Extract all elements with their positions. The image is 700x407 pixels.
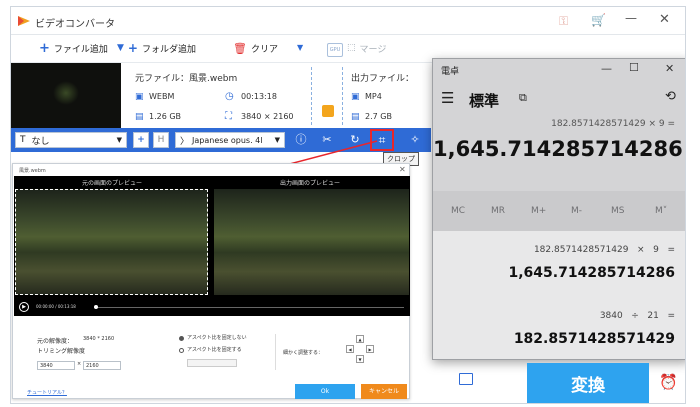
nudge-up-button[interactable]: ▲ — [356, 335, 364, 343]
original-resolution-value: 3840 * 2160 — [83, 336, 115, 342]
output-video-preview — [214, 189, 409, 295]
app-window: ビデオコンバータ ⚿ 🛒 — ✕ + ファイル追加 ▼ + フォルダ追加 🗑 ク… — [10, 6, 686, 404]
aspect-fixed-radio[interactable] — [179, 348, 184, 353]
original-resolution-label: 元の解像度： — [37, 338, 74, 345]
memory-add-button[interactable]: M+ — [531, 206, 546, 216]
seek-handle[interactable] — [94, 305, 98, 309]
aspect-ratio-select[interactable] — [187, 359, 237, 367]
history-icon[interactable]: ⟲ — [665, 89, 676, 104]
calc-maximize-button[interactable]: ☐ — [629, 61, 639, 74]
memory-clear-button[interactable]: MC — [451, 206, 465, 216]
alarm-clock-icon[interactable]: ⏰ — [659, 373, 678, 391]
memory-row: MC MR M+ M- MS M˅ — [433, 191, 685, 231]
nudge-down-button[interactable]: ▼ — [356, 355, 364, 363]
height-input[interactable]: 2160 — [83, 361, 121, 370]
convert-button[interactable]: 変換 — [527, 363, 649, 403]
history-value[interactable]: 1,645.714285714286 — [433, 265, 676, 281]
width-input[interactable]: 3840 — [37, 361, 75, 370]
calculator-window: 電卓 — ☐ ✕ ☰ 標準 ⧉ ⟲ 182.8571428571429 × 9 … — [432, 58, 685, 360]
crop-dialog: 風景.webm ✕ 元の画面のプレビュー 出力画面のプレビュー ▶ 00:00:… — [12, 163, 410, 399]
calculator-display: 電卓 — ☐ ✕ ☰ 標準 ⧉ ⟲ 182.8571428571429 × 9 … — [433, 59, 685, 191]
aspect-free-radio[interactable] — [179, 336, 184, 341]
nudge-right-button[interactable]: ▶ — [366, 345, 374, 353]
fine-adjust-label: 細かく調整する： — [283, 350, 324, 356]
dialog-title: 風景.webm — [19, 168, 46, 174]
separator — [275, 334, 276, 370]
play-button[interactable]: ▶ — [19, 302, 29, 312]
dialog-close-icon[interactable]: ✕ — [399, 165, 406, 174]
ok-button[interactable]: Ok — [295, 384, 355, 399]
history-panel: 182.8571428571429 × 9 = 1,645.7142857142… — [433, 231, 685, 359]
seek-bar[interactable] — [94, 307, 404, 308]
calc-minimize-button[interactable]: — — [601, 62, 612, 75]
memory-list-button[interactable]: M˅ — [655, 206, 667, 216]
playback-time: 00:00:00 / 00:13:18 — [36, 304, 76, 309]
nudge-left-button[interactable]: ◀ — [346, 345, 354, 353]
calc-result: 1,645.714285714286 — [433, 137, 683, 161]
aspect-fixed-label: アスペクト比を固定する — [187, 347, 242, 353]
calculator-title: 電卓 — [441, 67, 460, 77]
calc-close-button[interactable]: ✕ — [665, 62, 674, 75]
original-preview-label: 元の画面のプレビュー — [81, 180, 142, 187]
preview-area: 元の画面のプレビュー 出力画面のプレビュー ▶ 00:00:00 / 00:13… — [14, 176, 410, 316]
cancel-button[interactable]: キャンセル — [361, 384, 407, 399]
aspect-free-label: アスペクト比を固定しない — [187, 335, 247, 341]
hamburger-menu-icon[interactable]: ☰ — [441, 89, 454, 107]
history-expression[interactable]: 182.8571428571429 × 9 = — [433, 245, 675, 255]
calculator-mode: 標準 — [469, 92, 500, 110]
history-value[interactable]: 182.8571428571429 — [433, 331, 675, 347]
times-sign: × — [77, 361, 82, 367]
output-preview-label: 出力画面のプレビュー — [279, 180, 340, 187]
original-video-preview[interactable] — [15, 189, 208, 295]
history-expression[interactable]: 3840 ÷ 21 = — [433, 311, 675, 321]
calc-expression: 182.8571428571429 × 9 = — [551, 119, 675, 129]
memory-store-button[interactable]: MS — [611, 206, 624, 216]
trim-resolution-label: トリミング解像度 — [37, 348, 86, 355]
output-folder-icon[interactable] — [459, 373, 473, 385]
memory-subtract-button[interactable]: M- — [571, 206, 582, 216]
tutorial-link[interactable]: チュートリアル？ — [27, 389, 67, 396]
keep-on-top-icon[interactable]: ⧉ — [519, 91, 527, 105]
memory-recall-button[interactable]: MR — [491, 206, 505, 216]
